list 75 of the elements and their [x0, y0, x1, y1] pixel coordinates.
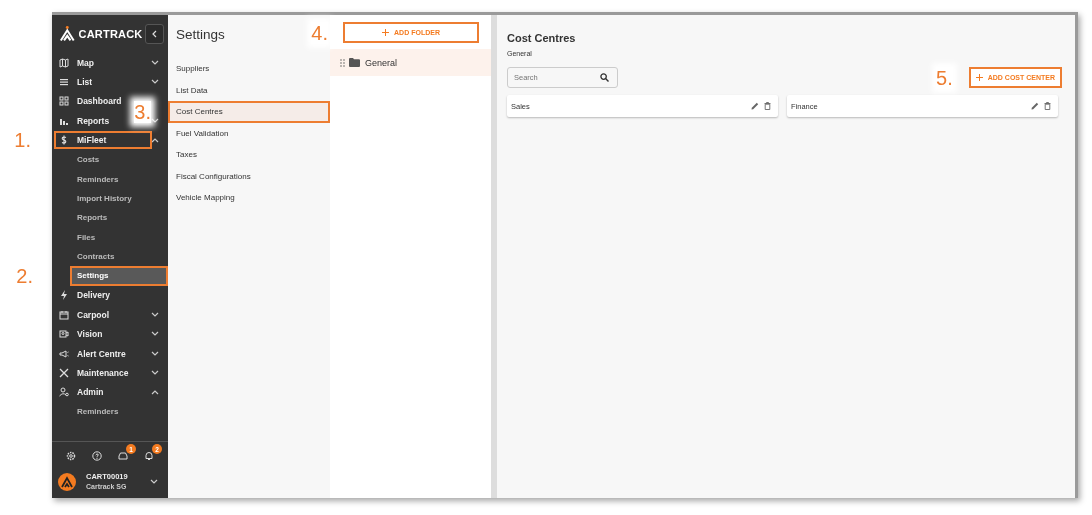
- settings-icon[interactable]: [66, 451, 76, 461]
- drag-handle-icon: [340, 58, 345, 67]
- delete-icon[interactable]: [1044, 102, 1051, 110]
- collapse-button[interactable]: [145, 24, 164, 44]
- edit-icon[interactable]: [751, 102, 759, 110]
- step-number: 3.: [134, 100, 151, 123]
- nav-label: Alert Centre: [77, 348, 126, 359]
- nav-item[interactable]: Dashboard: [52, 91, 131, 112]
- settings-item[interactable]: Fuel Validation: [168, 122, 330, 144]
- calendar-icon: [59, 309, 69, 320]
- car-icon[interactable]: [118, 451, 128, 461]
- people-icon: [59, 387, 69, 398]
- settings-item[interactable]: Taxes: [168, 144, 330, 166]
- step-number: 2.: [16, 265, 33, 287]
- nav-subitem[interactable]: Reminders: [52, 402, 168, 422]
- settings-item[interactable]: Suppliers: [168, 58, 330, 80]
- megaphone-icon: [59, 348, 69, 359]
- nav-item[interactable]: Carpool: [52, 305, 131, 325]
- video-icon: [59, 329, 69, 340]
- help-icon[interactable]: [92, 451, 102, 461]
- list-icon: [59, 77, 69, 88]
- folder-icon: [349, 58, 360, 67]
- search-icon: [600, 73, 609, 82]
- logo-text: CARTRACK: [78, 28, 143, 40]
- nav-label: Carpool: [77, 309, 110, 320]
- nav-subitem[interactable]: Files: [52, 227, 168, 247]
- folder-name: General: [365, 57, 398, 68]
- nav-subitem[interactable]: Costs: [52, 149, 168, 170]
- bolt-icon: [59, 290, 69, 301]
- map-icon: [59, 57, 69, 68]
- settings-item[interactable]: Fiscal Configurations: [168, 165, 330, 187]
- nav-subitem[interactable]: Import History: [52, 188, 168, 209]
- bell-icon[interactable]: [144, 451, 154, 461]
- folder-item[interactable]: General: [330, 49, 491, 76]
- nav-label: Map: [77, 57, 94, 68]
- chevron-left-icon: [150, 30, 159, 38]
- plus-icon: [975, 74, 983, 81]
- tools-icon: [59, 367, 69, 378]
- nav-item[interactable]: Maintenance: [52, 363, 131, 383]
- delete-icon[interactable]: [764, 102, 771, 110]
- nav-item[interactable]: Reports: [52, 111, 131, 131]
- nav-label: Delivery: [77, 290, 111, 301]
- step-number: 4.: [311, 21, 328, 44]
- settings-item[interactable]: List Data: [168, 79, 330, 101]
- settings-item[interactable]: Cost Centres: [168, 101, 330, 123]
- nav-item[interactable]: Admin: [52, 382, 131, 403]
- edit-icon[interactable]: [1031, 102, 1039, 110]
- step-number: 5.: [936, 66, 953, 89]
- nav-subitem[interactable]: Reports: [52, 208, 168, 228]
- chevron-down-icon[interactable]: [150, 479, 158, 485]
- nav-subitem[interactable]: Contracts: [52, 246, 168, 267]
- nav-label: Dashboard: [77, 96, 122, 107]
- nav-subitem[interactable]: Reminders: [52, 169, 168, 189]
- nav-item[interactable]: Vision: [52, 324, 131, 344]
- nav-item[interactable]: Alert Centre: [52, 343, 131, 364]
- nav-label: MiFleet: [77, 135, 107, 146]
- nav-item[interactable]: MiFleet: [52, 130, 131, 150]
- dashboard-icon: [59, 96, 69, 107]
- avatar-icon: [58, 473, 76, 491]
- nav-label: Vision: [77, 329, 103, 340]
- nav-label: Maintenance: [77, 367, 129, 378]
- nav-label: Reports: [77, 115, 110, 126]
- nav-subitem[interactable]: Settings: [70, 266, 168, 286]
- nav-label: List: [77, 77, 93, 88]
- panel-title: Settings: [176, 27, 225, 42]
- nav-label: Admin: [77, 387, 104, 398]
- dollar-icon: [59, 135, 69, 146]
- settings-item[interactable]: Vehicle Mapping: [168, 187, 330, 209]
- logo-icon: [59, 25, 76, 43]
- nav-item[interactable]: Map: [52, 53, 131, 73]
- step-number: 1.: [14, 129, 31, 152]
- page-title: Cost Centres: [507, 32, 577, 44]
- nav-item[interactable]: List: [52, 72, 131, 92]
- nav-item[interactable]: Delivery: [52, 285, 131, 306]
- plus-icon: [382, 29, 390, 36]
